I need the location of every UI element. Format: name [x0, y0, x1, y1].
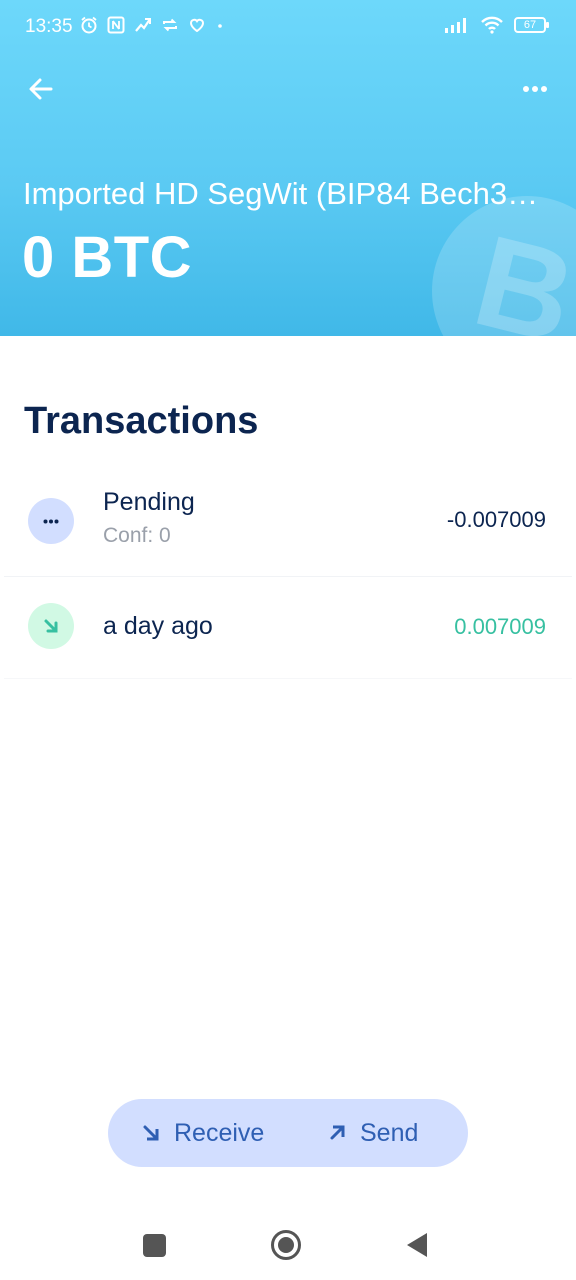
app-notification-icon [135, 18, 151, 32]
transaction-row[interactable]: a day ago 0.007009 [4, 578, 572, 679]
transactions-title: Transactions [24, 400, 259, 442]
wallet-balance[interactable]: 0 BTC [22, 224, 192, 291]
arrow-left-icon [29, 78, 53, 100]
sync-icon [163, 18, 177, 32]
pending-dots-icon [28, 498, 74, 544]
wallet-name: Imported HD SegWit (BIP84 Bech3… [23, 176, 539, 211]
wallet-screen: 13:35 67 Imported HD SegWit (BIP84 Bech3… [0, 0, 576, 1280]
system-icons: 67 [444, 16, 549, 34]
transaction-row[interactable]: Pending Conf: 0 -0.007009 [4, 474, 572, 577]
bitcoin-symbol: B [461, 206, 576, 336]
transaction-label: Pending [103, 488, 195, 516]
back-button[interactable] [22, 70, 60, 108]
receive-label: Receive [174, 1118, 265, 1147]
heart-icon [189, 18, 205, 33]
receive-button[interactable]: Receive [142, 1099, 264, 1167]
bitcoin-watermark-icon: B [432, 196, 576, 336]
recent-apps-icon[interactable] [143, 1234, 166, 1257]
arrow-down-right-icon [28, 603, 74, 649]
dot-icon [218, 24, 222, 28]
alarm-icon [81, 16, 97, 34]
wifi-icon [481, 16, 503, 34]
send-label: Send [360, 1118, 419, 1147]
transaction-amount: -0.007009 [446, 507, 546, 532]
signal-icon [445, 18, 466, 33]
wallet-header: 13:35 67 Imported HD SegWit (BIP84 Bech3… [0, 0, 576, 336]
wallet-actions-bar: Receive Send [108, 1099, 468, 1167]
status-time: 13:35 [25, 16, 73, 37]
send-button[interactable]: Send [328, 1099, 418, 1167]
home-icon[interactable] [270, 1229, 302, 1261]
battery-level: 67 [523, 19, 537, 31]
battery-icon: 67 [514, 17, 549, 33]
system-nav-bar [0, 1210, 576, 1280]
nav-back-icon[interactable] [405, 1231, 429, 1259]
transaction-amount: 0.007009 [454, 614, 546, 639]
status-bar: 13:35 67 [0, 0, 576, 58]
transaction-confirmations: Conf: 0 [103, 524, 171, 547]
transaction-label: a day ago [103, 612, 213, 640]
arrow-down-right-icon [143, 1125, 159, 1141]
nfc-icon [107, 16, 125, 34]
arrow-up-right-icon [330, 1125, 345, 1140]
notification-icons [80, 16, 225, 34]
more-horizontal-icon [523, 86, 547, 92]
more-options-button[interactable] [516, 70, 554, 108]
